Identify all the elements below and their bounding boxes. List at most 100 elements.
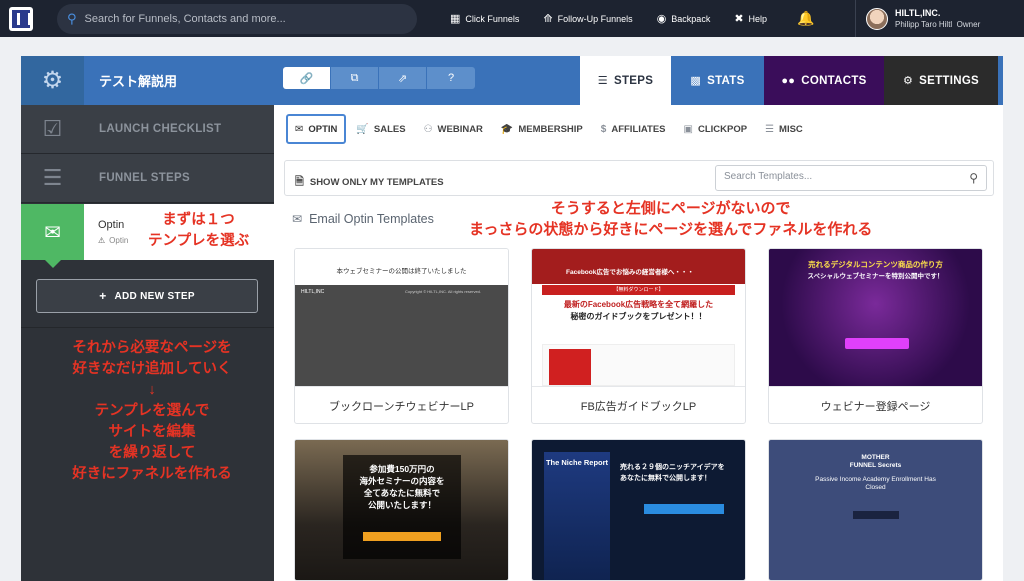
users-icon: ●● [781,74,796,87]
tab-settings[interactable]: ⚙ SETTINGS [884,56,998,105]
funnel-settings-gear-icon[interactable]: ⚙ [21,56,84,105]
category-clickpop[interactable]: ▣ CLICKPOP [676,115,756,143]
show-only-my-templates-toggle[interactable]: 🗎 SHOW ONLY MY TEMPLATES [295,173,444,192]
funnel-header: ⚙ テスト解説用 🔗 ⧉ ⇗ ? ☰ STEPS ▩ STATS ●● CONTACT… [21,56,1003,105]
category-membership[interactable]: 🎓 MEMBERSHIP [493,115,591,143]
add-new-step-button[interactable]: + ADD NEW STEP [36,279,258,313]
annotation-blank-funnel: そうすると左側にページがないので まっさらの状態から好きにページを選んでファネル… [469,198,872,240]
annotation-line: サイトを編集 [108,424,196,440]
category-affiliates[interactable]: $ AFFILIATES [593,115,674,143]
global-search[interactable]: ⚲ [57,3,417,34]
external-link-icon[interactable]: ⇗ [379,67,427,89]
add-step-label: ADD NEW STEP [114,290,195,302]
filter-label: SHOW ONLY MY TEMPLATES [309,177,444,188]
category-label: MEMBERSHIP [518,123,583,135]
section-title-text: Email Optin Templates [309,212,434,226]
template-card[interactable]: 売れるデジタルコンテンツ商品の作り方 スペシャルウェブセミナーを特別公開中です！… [768,248,983,424]
clickfunnels-logo-icon[interactable] [9,6,33,31]
section-title: ✉ Email Optin Templates [292,212,434,226]
tab-label: STATS [707,74,745,87]
checkbox-icon: ☑ [42,116,63,141]
clickfunnels-icon: ▦ [450,13,461,25]
template-card[interactable]: MOTHER FUNNEL Secrets Passive Income Acad… [768,439,983,581]
annotation-line: まずは１つ [162,212,235,228]
annotation-choose-template: まずは１つ テンプレを選ぶ [148,210,249,252]
account-menu[interactable]: HILTL,INC. Philipp Taro Hiltl Owner [855,0,1024,37]
thumb-text: The Niche Report [545,458,609,467]
template-card[interactable]: Facebook広告でお悩みの経営者様へ・・・ 【無料ダウンロード】 最新のFa… [531,248,746,424]
tab-contacts[interactable]: ●● CONTACTS [764,56,884,105]
category-misc[interactable]: ☰ MISC [757,115,811,143]
search-icon[interactable]: ⚲ [969,171,978,185]
nav-link-label: Follow-Up Funnels [557,13,633,24]
tab-stats[interactable]: ▩ STATS [671,56,764,105]
link-icon[interactable]: 🔗 [283,67,331,89]
hamburger-icon: ☰ [42,165,63,190]
nav-click-funnels[interactable]: ▦ Click Funnels [450,12,519,25]
thumb-text: 売れる２９個のニッチアイデアを [620,464,725,471]
template-category-tabs: ✉ OPTIN 🛒 SALES ⚇ WEBINAR 🎓 MEMBERSHIP $ AFFI… [286,114,813,144]
envelope-icon: ✉ [295,123,304,135]
account-role: Owner [956,19,981,29]
annotation-line: まっさらの状態から好きにページを選んでファネルを作れる [469,221,873,238]
template-card[interactable]: The Niche Report 売れる２９個のニッチアイデアを あなたに無料で公… [531,439,746,581]
sidebar-item-funnel-steps[interactable]: ☰ FUNNEL STEPS [21,154,274,203]
nav-link-label: Click Funnels [465,13,520,24]
sidebar-item-label: FUNNEL STEPS [99,172,190,184]
thumb-text: Facebook広告でお悩みの経営者様へ・・・ [566,269,694,276]
category-optin[interactable]: ✉ OPTIN [286,114,347,144]
template-search-input[interactable] [724,171,959,182]
thumb-button [644,504,724,514]
tab-label: CONTACTS [801,74,867,87]
list-icon: ☰ [597,75,608,87]
tab-steps[interactable]: ☰ STEPS [580,56,671,105]
thumb-text: 【無料ダウンロード】 [542,285,735,295]
nav-link-label: Help [748,13,768,24]
thumb-text: 最新のFacebook広告戦略を全て網羅した [563,300,714,309]
template-thumbnail: 売れるデジタルコンテンツ商品の作り方 スペシャルウェブセミナーを特別公開中です！ [769,249,982,386]
thumb-text: 売れるデジタルコンテンツ商品の作り方 [808,260,943,269]
thumb-text: 全てあなたに無料で [363,488,441,498]
gear-icon: ⚙ [902,75,914,87]
thumb-text: MOTHER [861,454,890,461]
copy-icon[interactable]: ⧉ [331,67,379,89]
question-icon[interactable]: ? [427,67,475,89]
microphone-icon: ⚇ [423,123,433,135]
template-card[interactable]: 本ウェブセミナーの公開は終了いたしました HILTL,INC Copyright… [294,248,509,424]
tab-label: SETTINGS [919,74,980,87]
thumb-text: 公開いたします！ [367,500,436,510]
plus-icon: + [99,289,107,303]
thumb-text: Passive Income Academy Enrollment Has [815,476,936,483]
sidebar-item-launch-checklist[interactable]: ☑ LAUNCH CHECKLIST [21,105,274,154]
category-sales[interactable]: 🛒 SALES [348,115,413,143]
step-name: Optin [98,219,125,231]
category-label: WEBINAR [437,123,483,135]
thumb-text: あなたに無料で公開します！ [620,475,711,482]
template-card[interactable]: 参加費150万円の 海外セミナーの内容を 全てあなたに無料で 公開いたします！ [294,439,509,581]
annotation-line: 好きにファネルを作れる [72,466,232,482]
file-icon: 🗎 [295,176,304,188]
thumb-button [363,532,441,541]
notifications-bell-icon[interactable]: 🔔 [797,10,814,27]
nav-backpack[interactable]: ◉ Backpack [657,12,711,25]
list-icon: ☰ [765,123,775,135]
template-thumbnail: 本ウェブセミナーの公開は終了いたしました HILTL,INC Copyright… [295,249,508,386]
envelope-icon: ✉ [21,204,84,268]
template-name: FB広告ガイドブックLP [532,386,745,423]
nav-follow-up-funnels[interactable]: ⟰ Follow-Up Funnels [543,12,632,25]
account-user: Philipp Taro Hiltl [895,19,953,29]
global-search-input[interactable] [84,12,385,25]
nav-link-label: Backpack [671,13,711,24]
sidebar-divider [21,327,274,328]
nav-help[interactable]: ✖ Help [734,12,767,25]
template-filter-bar: 🗎 SHOW ONLY MY TEMPLATES ⚲ [284,160,994,196]
template-name: ウェビナー登録ページ [769,386,982,423]
thumb-text: 海外セミナーの内容を [359,476,445,486]
annotation-line: そうすると左側にページがないので [550,200,791,217]
category-webinar[interactable]: ⚇ WEBINAR [416,115,491,143]
annotation-line: 好きなだけ追加していく [72,361,232,377]
backpack-icon: ◉ [656,13,667,25]
account-company: HILTL,INC. [895,7,941,18]
template-search[interactable]: ⚲ [715,165,987,191]
thumb-text: Closed [865,484,886,491]
